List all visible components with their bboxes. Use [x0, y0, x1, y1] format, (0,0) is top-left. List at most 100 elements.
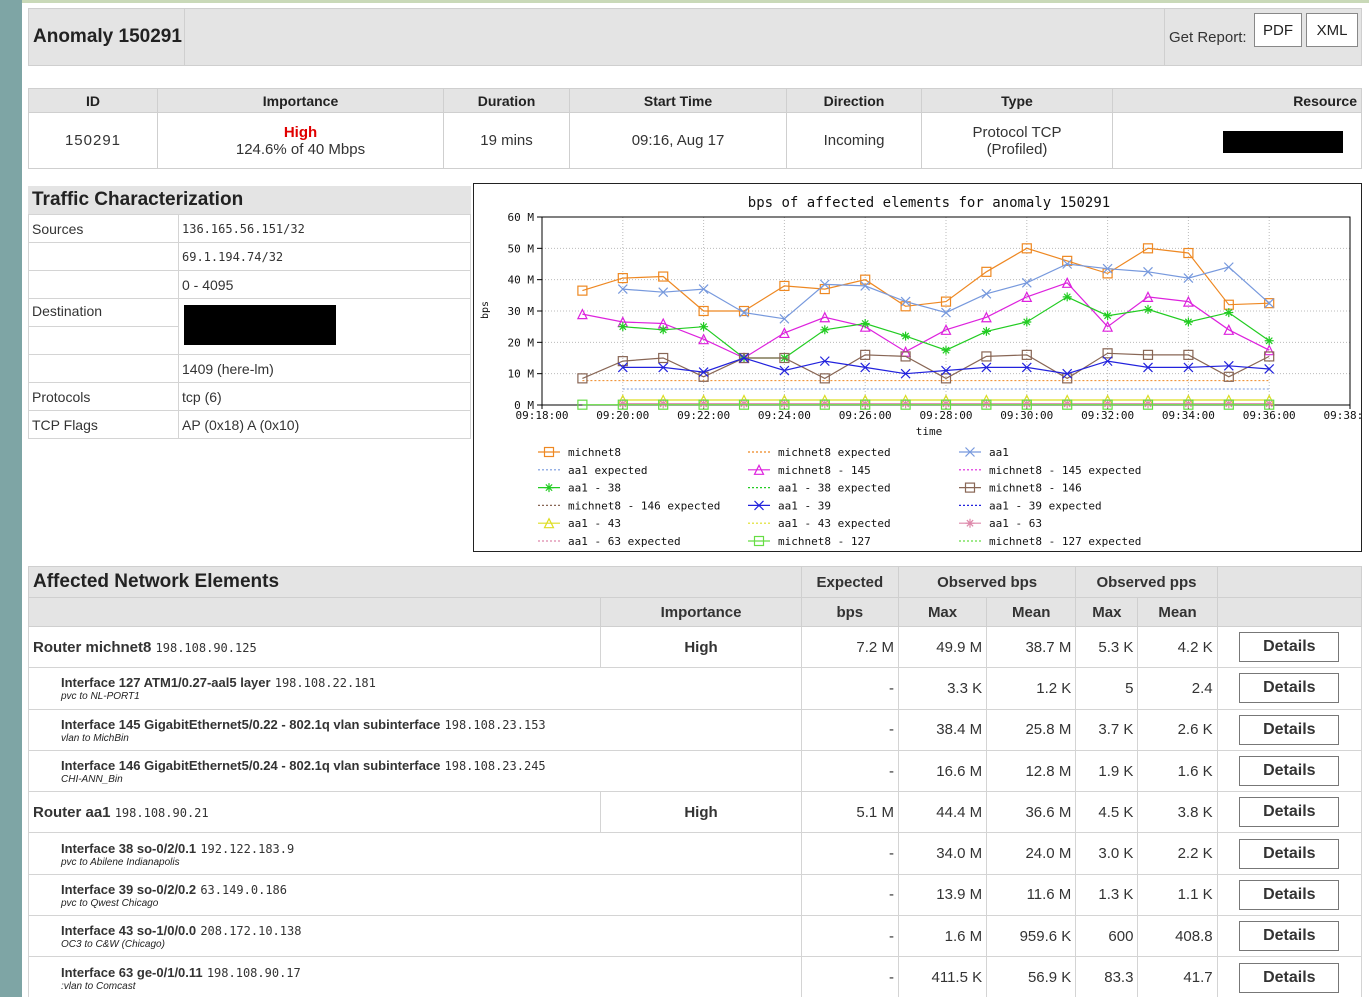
type-cell: Protocol TCP (Profiled) — [921, 112, 1113, 169]
observed-bps-mean: 12.8 M — [986, 749, 1077, 793]
hdr-details-empty — [1216, 566, 1363, 598]
legend-marker-aa1-63 — [965, 518, 975, 528]
details-button[interactable]: Details — [1239, 921, 1340, 952]
x-tick-label: 09:24:00 — [758, 409, 811, 422]
series-point-aa1-38 — [981, 326, 991, 336]
x-tick-label: 09:34:00 — [1162, 409, 1215, 422]
interface-row: Interface 146 GigabitEthernet5/0.24 - 80… — [28, 749, 1363, 793]
interface-description: pvc to Abilene Indianapolis — [61, 856, 180, 868]
series-point-aa1 — [981, 288, 992, 299]
traffic-key: Destination — [28, 298, 179, 327]
interface-name: Interface 127 ATM1/0.27-aal5 layer — [61, 675, 271, 691]
router-ip: 198.108.90.125 — [155, 640, 257, 655]
destination-value — [178, 298, 471, 355]
traffic-key: Sources — [28, 214, 179, 243]
observed-pps-max: 1.3 K — [1075, 873, 1139, 917]
hdr-details-empty — [1216, 597, 1363, 627]
interface-description: vlan to MichBin — [61, 732, 129, 744]
series-point-michnet8 — [577, 285, 588, 296]
col-start-time: Start Time — [569, 88, 787, 113]
traffic-title: Traffic Characterization — [28, 186, 471, 214]
left-side-bar — [0, 0, 22, 997]
router-row: Router michnet8 198.108.90.125 High 7.2 M4… — [27, 625, 1363, 669]
observed-bps-mean: 1.2 K — [986, 667, 1077, 710]
observed-bps-mean: 959.6 K — [986, 915, 1077, 958]
observed-bps-max: 13.9 M — [897, 873, 988, 917]
interface-name-cell: Interface 127 ATM1/0.27-aal5 layer 198.1… — [28, 667, 802, 710]
chart-series — [576, 243, 1275, 410]
legend-label-michnet8-145-expected: michnet8 - 145 expected — [989, 464, 1141, 477]
traffic-value: 136.165.56.151/32 — [178, 214, 471, 243]
traffic-characterization-panel: Traffic Characterization Sources 136.165.… — [28, 186, 471, 439]
traffic-table: Sources 136.165.56.151/32 69.1.194.74/32 … — [28, 214, 471, 439]
importance-value: High — [600, 625, 802, 669]
details-button[interactable]: Details — [1239, 879, 1340, 910]
legend-label-aa1-expected: aa1 expected — [568, 464, 647, 477]
series-point-aa1-38 — [618, 322, 628, 332]
legend-label-aa1-39-expected: aa1 - 39 expected — [989, 499, 1102, 512]
traffic-key-empty — [28, 326, 179, 355]
traffic-key — [28, 270, 179, 299]
details-button[interactable]: Details — [1239, 797, 1340, 828]
details-button[interactable]: Details — [1239, 838, 1340, 869]
interface-ip: 198.108.22.181 — [274, 676, 376, 691]
expected-bps: - — [800, 708, 899, 751]
legend-label-michnet8-127-expected: michnet8 - 127 expected — [989, 535, 1141, 548]
interface-name: Interface 146 GigabitEthernet5/0.24 - 80… — [61, 758, 441, 774]
details-button[interactable]: Details — [1239, 632, 1340, 663]
legend-label-aa1-39: aa1 - 39 — [778, 499, 831, 512]
interface-description: pvc to NL-PORT1 — [61, 691, 140, 703]
pdf-report-button[interactable]: PDF — [1254, 13, 1302, 47]
traffic-value: AP (0x18) A (0x10) — [178, 410, 471, 439]
router-name: Router michnet8 — [33, 638, 152, 656]
observed-pps-max: 600 — [1075, 915, 1139, 958]
header-divider — [184, 9, 185, 66]
details-cell: Details — [1216, 956, 1363, 997]
hdr-observed-pps: Observed pps — [1075, 566, 1218, 598]
traffic-key — [28, 354, 179, 383]
observed-bps-mean: 11.6 M — [986, 873, 1077, 917]
expected-bps: - — [800, 749, 899, 793]
interface-name: Interface 145 GigabitEthernet5/0.22 - 80… — [61, 716, 441, 732]
observed-pps-max: 1.9 K — [1075, 749, 1139, 793]
hdr-observed-bps: Observed bps — [897, 566, 1077, 598]
observed-bps-max: 3.3 K — [897, 667, 988, 710]
series-line-michnet8-145 — [582, 282, 1270, 359]
interface-name: Interface 63 ge-0/1/0.11 — [61, 964, 203, 980]
interface-description: CHI-ANN_Bin — [61, 774, 123, 786]
details-cell: Details — [1216, 791, 1363, 834]
xml-report-button[interactable]: XML — [1306, 13, 1358, 47]
details-button[interactable]: Details — [1239, 673, 1340, 704]
bps-chart-svg: bps of affected elements for anomaly 150… — [480, 195, 1369, 548]
x-tick-label: 09:22:00 — [677, 409, 730, 422]
y-tick-label: 20 M — [508, 336, 535, 349]
chart-y-label: bps — [480, 301, 491, 319]
details-button[interactable]: Details — [1239, 962, 1340, 993]
y-tick-label: 10 M — [508, 368, 535, 381]
observed-bps-max: 49.9 M — [897, 625, 988, 669]
traffic-value: 69.1.194.74/32 — [178, 242, 471, 271]
observed-pps-max: 83.3 — [1075, 956, 1139, 997]
col-id: ID — [28, 88, 158, 113]
details-button[interactable]: Details — [1239, 714, 1340, 745]
interface-name-cell: Interface 63 ge-0/1/0.11 198.108.90.17:v… — [28, 956, 802, 997]
series-line-michnet8-146 — [582, 352, 1270, 380]
observed-bps-max: 16.6 M — [897, 749, 988, 793]
series-point-aa1-38 — [820, 325, 830, 335]
duration-value: 19 mins — [443, 112, 570, 169]
legend-label-michnet8-146-expected: michnet8 - 146 expected — [568, 499, 720, 512]
observed-pps-max: 5.3 K — [1075, 625, 1139, 669]
details-cell: Details — [1216, 832, 1363, 875]
affected-title: Affected Network Elements — [28, 566, 802, 598]
hdr-pps-mean: Mean — [1137, 597, 1218, 627]
observed-pps-mean: 408.8 — [1137, 915, 1218, 958]
hdr-bps-mean: Mean — [986, 597, 1077, 627]
observed-bps-mean: 38.7 M — [986, 625, 1077, 669]
observed-bps-max: 34.0 M — [897, 832, 988, 875]
col-importance: Importance — [157, 88, 444, 113]
col-resource: Resource — [1112, 88, 1362, 113]
series-point-aa1 — [1021, 277, 1032, 288]
observed-bps-max: 44.4 M — [897, 791, 988, 834]
series-point-aa1-38 — [1062, 292, 1072, 302]
details-button[interactable]: Details — [1239, 756, 1340, 787]
